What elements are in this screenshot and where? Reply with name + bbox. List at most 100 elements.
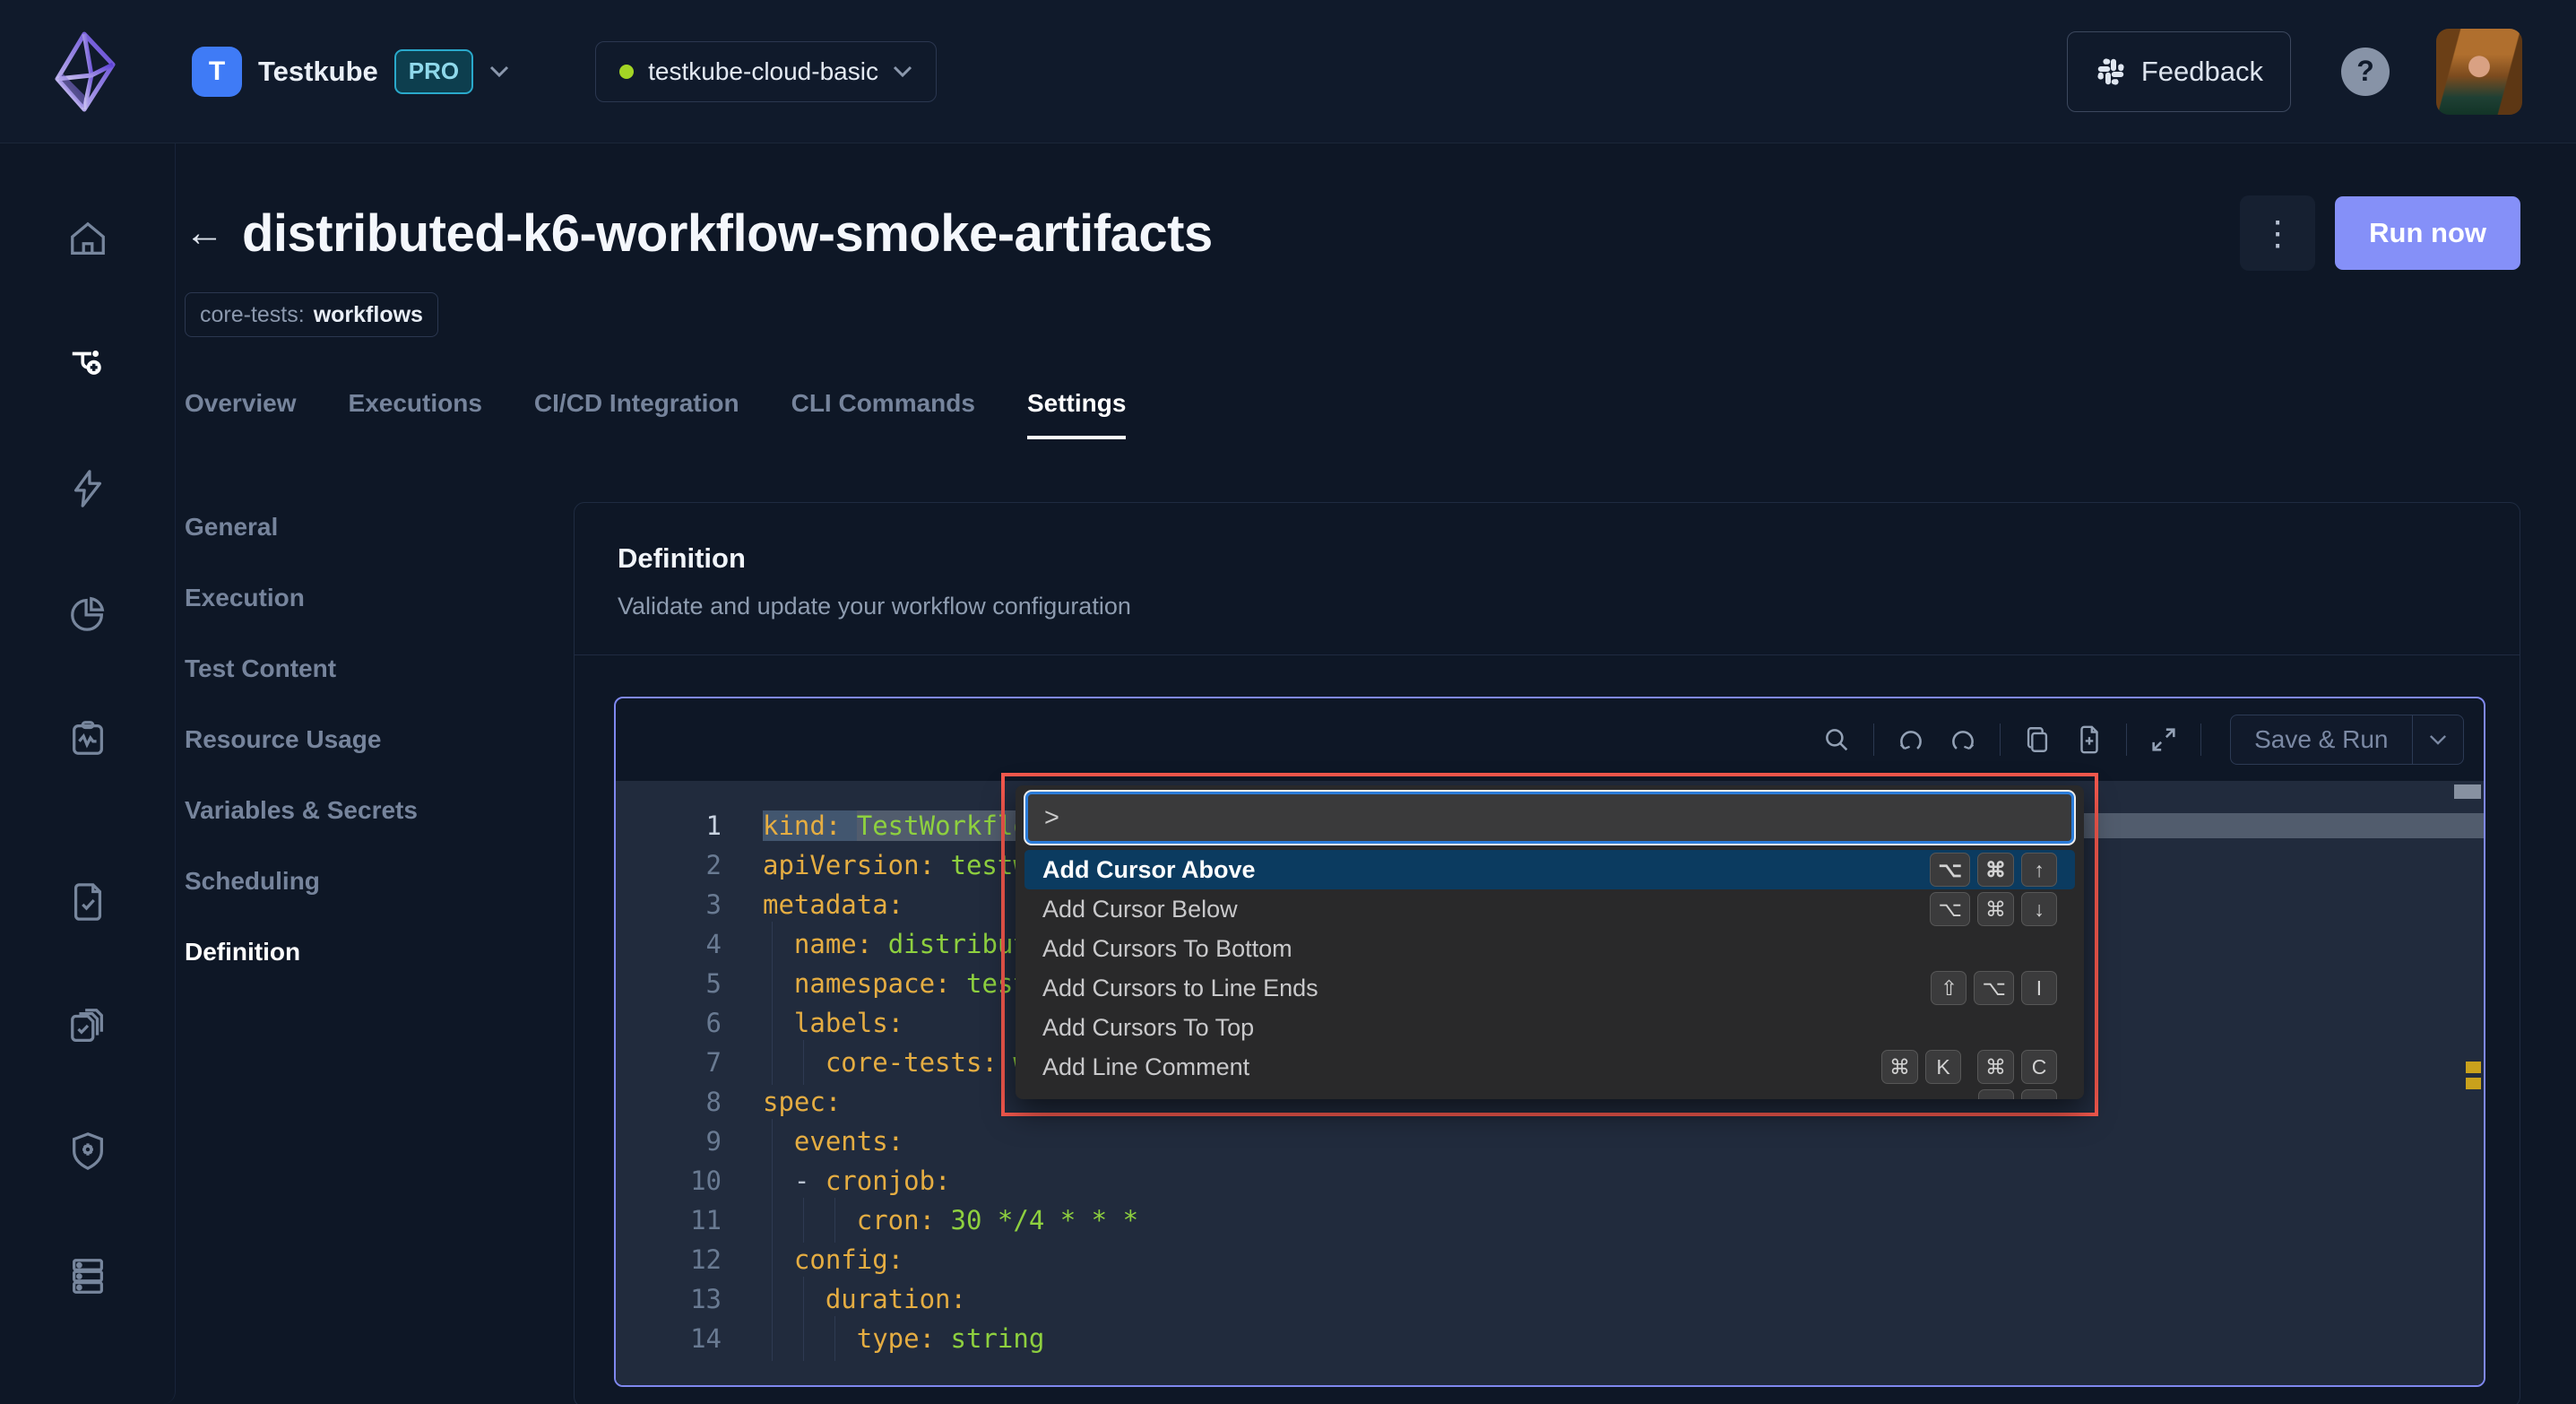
line-number: 12 bbox=[690, 1244, 722, 1275]
files-stack-icon bbox=[70, 1009, 103, 1042]
indent-guide bbox=[802, 1040, 804, 1085]
line-number: 7 bbox=[705, 1047, 722, 1078]
help-button[interactable]: ? bbox=[2341, 47, 2390, 96]
keyboard-shortcut-key bbox=[2021, 1089, 2057, 1099]
keyboard-shortcut-key: ⌘ bbox=[1977, 1050, 2014, 1084]
tab-settings[interactable]: Settings bbox=[1026, 389, 1127, 439]
sidebar-item-test-results[interactable] bbox=[67, 881, 108, 923]
search-icon[interactable] bbox=[1821, 724, 1852, 755]
palette-prompt: > bbox=[1044, 802, 1059, 832]
user-avatar[interactable] bbox=[2436, 28, 2522, 115]
subnav-item-execution[interactable]: Execution bbox=[185, 584, 574, 612]
badge-key: core-tests: bbox=[200, 301, 305, 327]
save-and-run-button[interactable]: Save & Run bbox=[2230, 715, 2464, 765]
keyboard-shortcut-key: ⌥ bbox=[1930, 853, 1970, 887]
line-number: 9 bbox=[705, 1126, 722, 1157]
indent-guide bbox=[802, 1198, 804, 1243]
save-run-dropdown[interactable] bbox=[2413, 734, 2463, 746]
code-line-14[interactable]: 14 type: string bbox=[616, 1316, 2484, 1361]
command-item-add-cursor-above[interactable]: Add Cursor Above ⌥ ⌘ ↑ bbox=[1024, 850, 2075, 889]
keyboard-shortcut-key: ↑ bbox=[2021, 853, 2057, 887]
tab-executions[interactable]: Executions bbox=[349, 389, 482, 439]
indent-guide bbox=[802, 1277, 804, 1322]
command-item-add-cursors-to-top[interactable]: Add Cursors To Top bbox=[1024, 1008, 2075, 1047]
subnav-item-scheduling[interactable]: Scheduling bbox=[185, 867, 574, 896]
command-item-add-cursors-to-line-ends[interactable]: Add Cursors to Line Ends ⇧ ⌥ I bbox=[1024, 968, 2075, 1008]
label-badge: core-tests: workflows bbox=[185, 292, 438, 337]
undo-icon[interactable] bbox=[1896, 724, 1926, 755]
sidebar-item-home[interactable] bbox=[67, 219, 108, 260]
paste-document-icon[interactable] bbox=[2074, 724, 2105, 755]
tab-cli-commands[interactable]: CLI Commands bbox=[791, 389, 975, 439]
sidebar-item-health[interactable] bbox=[67, 717, 108, 758]
keyboard-shortcut-key: ⌥ bbox=[1930, 892, 1970, 926]
page-title: distributed-k6-workflow-smoke-artifacts bbox=[242, 204, 1213, 263]
subnav-item-definition[interactable]: Definition bbox=[185, 938, 574, 966]
org-switcher[interactable]: T Testkube PRO bbox=[192, 46, 509, 97]
badge-value: workflows bbox=[313, 301, 423, 327]
command-item-add-cursors-to-bottom[interactable]: Add Cursors To Bottom bbox=[1024, 929, 2075, 968]
testkube-logo-icon[interactable] bbox=[50, 27, 118, 117]
yaml-token: events: bbox=[793, 1126, 904, 1157]
code-line-12[interactable]: 12 config: bbox=[616, 1237, 2484, 1282]
feedback-button[interactable]: Feedback bbox=[2066, 30, 2291, 112]
subnav-item-resource-usage[interactable]: Resource Usage bbox=[185, 725, 574, 754]
keyboard-shortcut-key: ⇧ bbox=[1931, 971, 1967, 1005]
line-number: 3 bbox=[705, 889, 722, 920]
indent-guide bbox=[772, 1040, 773, 1085]
chevron-down-icon bbox=[490, 65, 509, 77]
yaml-token: 30 */4 * * * bbox=[950, 1205, 1139, 1235]
indent-guide bbox=[772, 1198, 773, 1243]
server-icon bbox=[72, 1259, 103, 1294]
top-bar: T Testkube PRO testkube-cloud-basic Feed… bbox=[0, 0, 2576, 143]
more-actions-button[interactable]: ⋮ bbox=[2240, 195, 2316, 271]
environment-selector[interactable]: testkube-cloud-basic bbox=[595, 40, 937, 102]
yaml-editor: Save & Run 1 kind: TestWorkflo 2 apiVersion… bbox=[614, 697, 2485, 1387]
save-and-run-label: Save & Run bbox=[2254, 725, 2389, 753]
indent-guide bbox=[772, 1158, 773, 1203]
sidebar-item-workflows[interactable] bbox=[67, 343, 108, 385]
subnav-item-general[interactable]: General bbox=[185, 513, 574, 542]
code-line-11[interactable]: 11 cron: 30 */4 * * * bbox=[616, 1198, 2484, 1243]
slack-icon bbox=[2097, 57, 2124, 85]
yaml-token: config: bbox=[793, 1244, 904, 1275]
command-item-add-cursor-below[interactable]: Add Cursor Below ⌥ ⌘ ↓ bbox=[1024, 889, 2075, 929]
subnav-item-variables-secrets[interactable]: Variables & Secrets bbox=[185, 796, 574, 825]
command-item-partial[interactable] bbox=[1024, 1087, 2075, 1099]
line-number: 6 bbox=[705, 1008, 722, 1038]
tab-overview[interactable]: Overview bbox=[185, 389, 297, 439]
toolbar-divider bbox=[2126, 724, 2128, 756]
org-avatar: T bbox=[192, 46, 242, 97]
command-item-add-line-comment[interactable]: Add Line Comment ⌘ K ⌘ C bbox=[1024, 1047, 2075, 1087]
panel-subtitle: Validate and update your workflow config… bbox=[618, 593, 1131, 620]
keyboard-shortcut-key: ⌘ bbox=[1977, 853, 2014, 887]
sidebar-item-resources[interactable] bbox=[67, 1255, 108, 1296]
fullscreen-icon[interactable] bbox=[2148, 724, 2179, 755]
workflow-add-icon bbox=[72, 351, 101, 375]
sidebar-item-security[interactable] bbox=[67, 1131, 108, 1172]
editor-scrollbar[interactable] bbox=[2454, 784, 2481, 799]
redo-icon[interactable] bbox=[1948, 724, 1978, 755]
indent-guide bbox=[772, 1119, 773, 1164]
code-line-13[interactable]: 13 duration: bbox=[616, 1277, 2484, 1322]
sidebar-item-test-suites[interactable] bbox=[67, 1006, 108, 1047]
indent-guide bbox=[772, 961, 773, 1006]
code-line-10[interactable]: 10 - cronjob: bbox=[616, 1158, 2484, 1203]
org-name: Testkube bbox=[258, 55, 378, 87]
subnav-item-test-content[interactable]: Test Content bbox=[185, 654, 574, 683]
tab-ci-cd-integration[interactable]: CI/CD Integration bbox=[534, 389, 739, 439]
run-now-button[interactable]: Run now bbox=[2335, 196, 2520, 270]
indent-guide bbox=[772, 1001, 773, 1045]
copy-icon[interactable] bbox=[2022, 724, 2053, 755]
code-line-9[interactable]: 9 events: bbox=[616, 1119, 2484, 1164]
home-icon bbox=[70, 221, 105, 255]
command-label: Add Cursors to Line Ends bbox=[1042, 974, 1318, 1001]
yaml-token: type: bbox=[856, 1323, 951, 1354]
indent-guide bbox=[772, 922, 773, 966]
sidebar-item-triggers[interactable] bbox=[67, 468, 108, 509]
back-button[interactable]: ← bbox=[185, 213, 224, 253]
sidebar-item-insights[interactable] bbox=[67, 593, 108, 634]
definition-panel: Definition Validate and update your work… bbox=[574, 502, 2520, 1404]
command-label: Add Cursors To Bottom bbox=[1042, 934, 1292, 962]
command-palette-input[interactable]: > bbox=[1028, 794, 2071, 841]
